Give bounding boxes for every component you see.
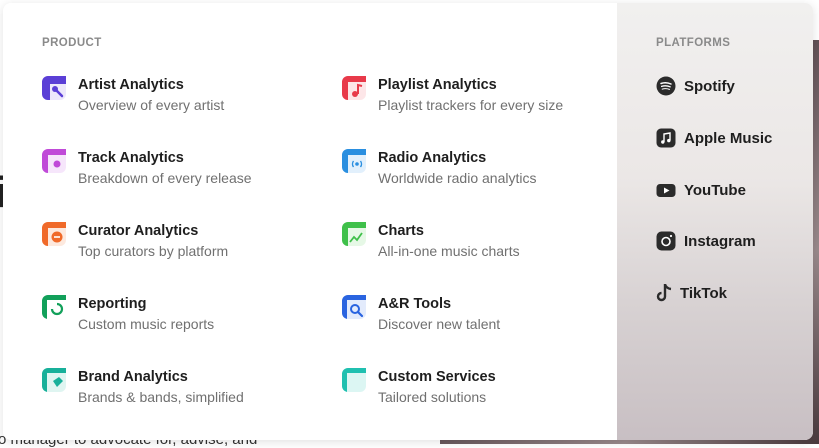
menu-item-custom-services[interactable]: Custom Services Tailored solutions	[342, 368, 612, 414]
menu-item-title: Playlist Analytics	[378, 77, 497, 93]
tiktok-icon	[656, 283, 674, 303]
menu-item-subtitle: Breakdown of every release	[78, 170, 252, 186]
menu-item-title: Radio Analytics	[378, 150, 487, 166]
platform-apple-music[interactable]: Apple Music	[656, 127, 772, 149]
menu-item-charts[interactable]: Charts All-in-one music charts	[342, 222, 612, 268]
platforms-heading: PLATFORMS	[656, 37, 731, 49]
menu-item-radio-analytics[interactable]: Radio Analytics Worldwide radio analytic…	[342, 149, 612, 195]
platform-youtube[interactable]: YouTube	[656, 179, 746, 201]
spotify-icon	[656, 76, 676, 96]
playlist-analytics-icon	[342, 76, 366, 100]
menu-item-subtitle: Brands & bands, simplified	[78, 389, 244, 405]
apple-music-icon	[656, 128, 676, 148]
menu-item-subtitle: Top curators by platform	[78, 243, 229, 259]
menu-item-title: Custom Services	[378, 369, 496, 385]
platform-tiktok[interactable]: TikTok	[656, 282, 727, 304]
menu-item-artist-analytics[interactable]: Artist Analytics Overview of every artis…	[42, 76, 302, 122]
menu-item-title: Curator Analytics	[78, 223, 199, 239]
artist-analytics-icon	[42, 76, 66, 100]
platforms-pane: PLATFORMS Spotify Apple Music YouTube In…	[617, 3, 813, 440]
menu-item-brand-analytics[interactable]: Brand Analytics Brands & bands, simplifi…	[42, 368, 302, 414]
menu-item-title: Charts	[378, 223, 424, 239]
menu-item-subtitle: All-in-one music charts	[378, 243, 520, 259]
charts-icon	[342, 222, 366, 246]
product-heading: PRODUCT	[42, 37, 102, 49]
menu-item-curator-analytics[interactable]: Curator Analytics Top curators by platfo…	[42, 222, 302, 268]
menu-item-title: A&R Tools	[378, 296, 452, 312]
curator-analytics-icon	[42, 222, 66, 246]
platform-instagram[interactable]: Instagram	[656, 230, 756, 252]
menu-item-subtitle: Overview of every artist	[78, 97, 225, 113]
menu-item-subtitle: Tailored solutions	[378, 389, 487, 405]
menu-item-track-analytics[interactable]: Track Analytics Breakdown of every relea…	[42, 149, 302, 195]
reporting-icon	[42, 295, 66, 319]
menu-item-title: Brand Analytics	[78, 369, 188, 385]
menu-item-subtitle: Discover new talent	[378, 316, 501, 332]
menu-item-title: Artist Analytics	[78, 77, 184, 93]
menu-item-title: Reporting	[78, 296, 147, 312]
menu-item-playlist-analytics[interactable]: Playlist Analytics Playlist trackers for…	[342, 76, 612, 122]
menu-item-reporting[interactable]: Reporting Custom music reports	[42, 295, 302, 341]
platform-label: Instagram	[684, 232, 756, 250]
platform-label: Apple Music	[684, 129, 773, 147]
menu-item-title: Track Analytics	[78, 150, 184, 166]
brand-analytics-icon	[42, 368, 66, 392]
mega-menu: PRODUCT Artist Analytics Overview of eve…	[3, 3, 813, 440]
custom-services-icon	[342, 368, 366, 392]
menu-item-subtitle: Worldwide radio analytics	[378, 170, 537, 186]
menu-item-subtitle: Custom music reports	[78, 316, 215, 332]
platform-label: Spotify	[684, 77, 735, 95]
youtube-icon	[656, 180, 676, 200]
instagram-icon	[656, 231, 676, 251]
platform-label: YouTube	[684, 181, 746, 199]
ar-tools-icon	[342, 295, 366, 319]
track-analytics-icon	[42, 149, 66, 173]
platform-label: TikTok	[680, 284, 727, 302]
menu-item-ar-tools[interactable]: A&R Tools Discover new talent	[342, 295, 612, 341]
menu-item-subtitle: Playlist trackers for every size	[378, 97, 564, 113]
radio-analytics-icon	[342, 149, 366, 173]
platform-spotify[interactable]: Spotify	[656, 75, 735, 97]
product-pane: PRODUCT Artist Analytics Overview of eve…	[3, 3, 617, 440]
